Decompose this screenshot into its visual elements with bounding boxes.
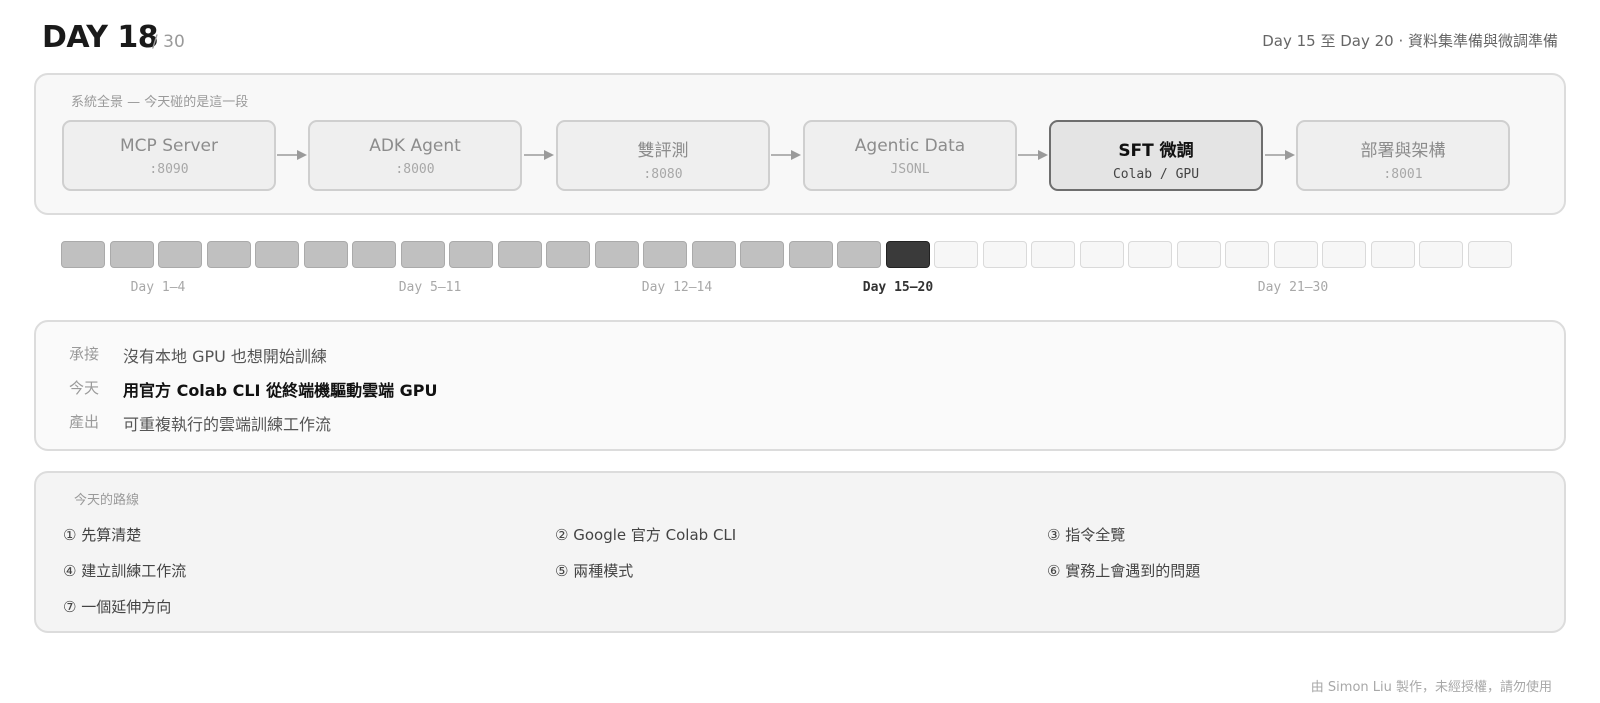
day-title: DAY 18	[42, 20, 159, 55]
range-label: Day 12–14	[641, 280, 713, 295]
stage-name: Agentic Data	[854, 136, 966, 156]
day-cell-done	[158, 241, 202, 268]
day-cell-done	[691, 241, 736, 268]
day-cell-future	[1322, 241, 1366, 268]
day-cell-future	[934, 241, 978, 268]
route-item: ② Google 官方 Colab CLI	[555, 526, 737, 544]
stage-port: :8080	[643, 167, 683, 182]
day-cell-done	[61, 241, 105, 268]
day-cell-done	[400, 241, 445, 268]
route-caption: 今天的路線	[74, 493, 140, 508]
day-cell-done	[546, 241, 590, 268]
today-route: 今天的路線 ① 先算清楚 ② Google 官方 Colab CLI ③ 指令全…	[34, 471, 1566, 633]
day-summary: 承接 沒有本地 GPU 也想開始訓練 今天 用官方 Colab CLI 從終端機…	[34, 320, 1566, 451]
stage-name: 部署與架構	[1360, 141, 1446, 161]
day-cell-done	[740, 241, 784, 268]
stage-port: :8090	[149, 162, 189, 177]
day-cell-done	[206, 241, 251, 268]
day-cell-future	[1176, 241, 1221, 268]
arrow-right-icon	[771, 150, 801, 160]
header: DAY 18 / 30 Day 15 至 Day 20 · 資料集準備與微調準備	[42, 18, 1558, 62]
day-cell-future	[1128, 241, 1172, 268]
inherit-text: 沒有本地 GPU 也想開始訓練	[123, 347, 327, 366]
stage-name: ADK Agent	[369, 136, 461, 156]
pipeline-caption: 系統全景 — 今天碰的是這一段	[71, 95, 249, 110]
range-label-active: Day 15–20	[862, 280, 934, 295]
range-label: Day 1–4	[130, 280, 186, 295]
day-progress-track	[61, 241, 1537, 268]
day-cell-done	[109, 241, 154, 268]
day-cell-future	[1419, 241, 1463, 268]
day-cell-future	[1079, 241, 1124, 268]
day-cell-done	[837, 241, 881, 268]
stage-name: SFT 微調	[1118, 141, 1194, 161]
day-cell-future	[1031, 241, 1075, 268]
stage-dual-eval: 雙評測 :8080	[556, 120, 770, 191]
stage-adk-agent: ADK Agent :8000	[308, 120, 522, 191]
route-item: ④ 建立訓練工作流	[63, 562, 187, 580]
stage-mcp-server: MCP Server :8090	[62, 120, 276, 191]
copyright-footer: 由 Simon Liu 製作，未經授權，請勿使用	[1310, 680, 1552, 695]
day-cell-future	[982, 241, 1027, 268]
arrow-right-icon	[1265, 150, 1295, 160]
day-total: / 30	[152, 32, 185, 52]
arrow-right-icon	[524, 150, 554, 160]
day-cell-done	[303, 241, 348, 268]
day-cell-future	[1467, 241, 1512, 268]
route-item: ⑤ 兩種模式	[555, 562, 634, 580]
range-label: Day 5–11	[398, 280, 462, 295]
stage-name: MCP Server	[120, 136, 218, 156]
stage-runtime: Colab / GPU	[1112, 167, 1200, 182]
stage-port: :8001	[1383, 167, 1423, 182]
stage-name: 雙評測	[637, 141, 689, 161]
stage-format: JSONL	[890, 162, 930, 177]
day-cell-done	[352, 241, 396, 268]
day-cell-done	[497, 241, 542, 268]
day-cell-future	[1370, 241, 1415, 268]
phase-label: Day 15 至 Day 20 · 資料集準備與微調準備	[1262, 32, 1558, 50]
day-cell-future	[1225, 241, 1269, 268]
route-item: ⑦ 一個延伸方向	[63, 598, 172, 616]
day-cell-done	[788, 241, 833, 268]
arrow-right-icon	[1018, 150, 1048, 160]
day-cell-done	[643, 241, 687, 268]
output-text: 可重複執行的雲端訓練工作流	[123, 415, 332, 434]
day-cell-future	[1273, 241, 1318, 268]
day-cell-done	[594, 241, 639, 268]
stage-deploy-architecture: 部署與架構 :8001	[1296, 120, 1510, 191]
arrow-right-icon	[277, 150, 307, 160]
day-cell-done	[255, 241, 299, 268]
stage-sft-finetune: SFT 微調 Colab / GPU	[1049, 120, 1263, 191]
stage-agentic-data: Agentic Data JSONL	[803, 120, 1017, 191]
stage-port: :8000	[395, 162, 435, 177]
route-item: ③ 指令全覽	[1047, 526, 1126, 544]
day-cell-done	[449, 241, 493, 268]
output-label: 產出	[69, 413, 100, 431]
route-item: ① 先算清楚	[63, 526, 142, 544]
inherit-label: 承接	[69, 345, 100, 363]
range-label: Day 21–30	[1257, 280, 1329, 295]
today-text: 用官方 Colab CLI 從終端機驅動雲端 GPU	[123, 381, 438, 400]
system-pipeline: 系統全景 — 今天碰的是這一段 MCP Server :8090 ADK Age…	[34, 73, 1566, 215]
today-label: 今天	[69, 379, 100, 397]
route-item: ⑥ 實務上會遇到的問題	[1047, 562, 1201, 580]
day-cell-current	[885, 241, 930, 268]
